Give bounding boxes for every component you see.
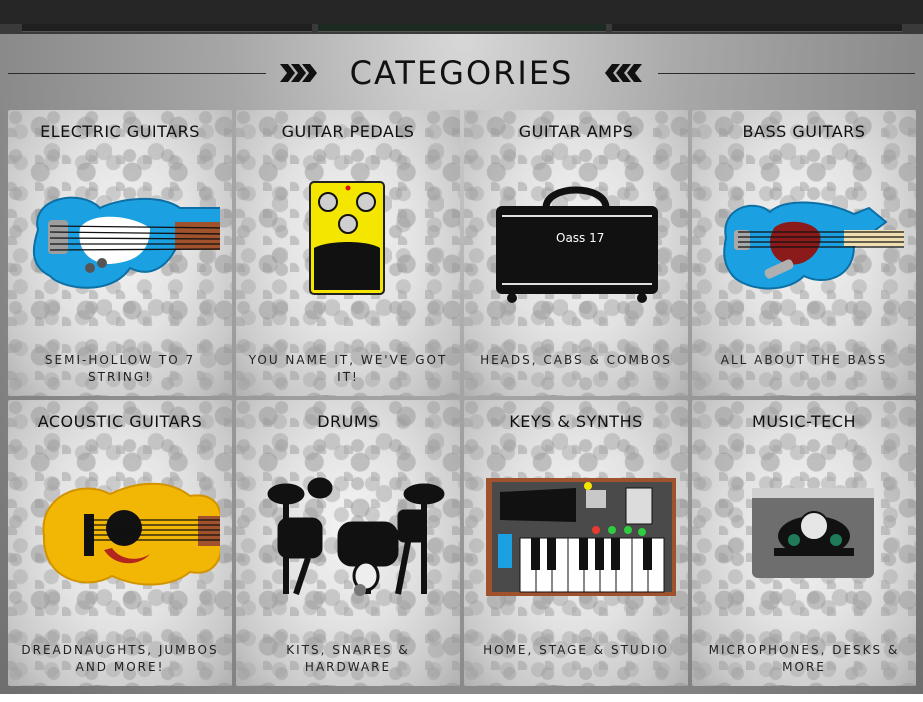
category-grid: ELECTRIC GUITARS SEMI-HOLLOW TO 7 STRING… xyxy=(8,110,916,694)
category-subtitle: ALL ABOUT THE BASS xyxy=(720,353,888,367)
category-title: KEYS & SYNTHS xyxy=(509,412,643,431)
category-subtitle: HOME, STAGE & STUDIO xyxy=(483,643,669,657)
triple-chevron-right-icon xyxy=(280,64,317,82)
torn-edge xyxy=(236,386,460,396)
triple-chevron-left-icon xyxy=(605,64,642,82)
category-subtitle: SEMI-HOLLOW TO 7 STRING! xyxy=(44,353,196,384)
synth-keyboard-icon xyxy=(486,478,676,596)
torn-edge xyxy=(236,676,460,686)
category-card-guitar-pedals[interactable]: GUITAR PEDALS YOU NAME IT, WE'VE GOT IT! xyxy=(236,110,460,396)
thumbnail[interactable] xyxy=(318,24,606,32)
category-card-music-tech[interactable]: MUSIC-TECH MICROPHONES, DESKS & MORE xyxy=(692,400,916,686)
category-title: GUITAR AMPS xyxy=(518,122,634,141)
section-title: CATEGORIES xyxy=(349,54,574,92)
category-subtitle: HEADS, CABS & COMBOS xyxy=(480,353,672,367)
category-subtitle: MICROPHONES, DESKS & MORE xyxy=(708,643,900,674)
page-bottom-band xyxy=(0,694,923,702)
electric-guitar-icon xyxy=(32,196,220,289)
category-card-acoustic-guitars[interactable]: ACOUSTIC GUITARS DREADNAUGHTS, JUMBOS AN… xyxy=(8,400,232,686)
category-subtitle: YOU NAME IT, WE'VE GOT IT! xyxy=(248,353,448,384)
category-title: BASS GUITARS xyxy=(742,122,866,141)
category-card-electric-guitars[interactable]: ELECTRIC GUITARS SEMI-HOLLOW TO 7 STRING… xyxy=(8,110,232,396)
thumbnail[interactable] xyxy=(22,24,312,32)
category-subtitle: KITS, SNARES & HARDWARE xyxy=(286,643,410,674)
categories-section: CATEGORIES ELECTRIC GUITARS SEMI-HOLLOW … xyxy=(0,34,923,694)
category-title: ACOUSTIC GUITARS xyxy=(37,412,203,431)
torn-edge xyxy=(464,676,688,686)
acoustic-guitar-icon xyxy=(42,482,220,586)
category-title: GUITAR PEDALS xyxy=(281,122,415,141)
thumbnail[interactable] xyxy=(612,24,902,32)
torn-edge xyxy=(464,386,688,396)
torn-edge xyxy=(692,676,916,686)
category-subtitle: DREADNAUGHTS, JUMBOS AND MORE! xyxy=(21,643,219,674)
product-thumbnail-strip xyxy=(0,24,923,34)
category-title: DRUMS xyxy=(317,412,379,431)
torn-edge xyxy=(692,386,916,396)
amp-badge: Oass 17 xyxy=(556,231,604,245)
audio-interface-icon xyxy=(752,488,874,578)
category-title: ELECTRIC GUITARS xyxy=(40,122,200,141)
divider-line xyxy=(8,73,266,74)
category-card-keys-synths[interactable]: KEYS & SYNTHS HOME, STAGE & STUDIO xyxy=(464,400,688,686)
category-title: MUSIC-TECH xyxy=(752,412,856,431)
top-bar xyxy=(0,0,923,24)
category-card-drums[interactable]: DRUMS KITS, SNARES & HARDWARE xyxy=(236,400,460,686)
category-card-bass-guitars[interactable]: BASS GUITARS ALL ABOUT THE BASS xyxy=(692,110,916,396)
torn-edge xyxy=(8,386,232,396)
category-card-guitar-amps[interactable]: GUITAR AMPS Oass 17 HEADS, CABS & COMBOS xyxy=(464,110,688,396)
divider-line xyxy=(658,73,915,74)
guitar-pedal-icon xyxy=(309,181,385,295)
drum-kit-icon xyxy=(267,477,445,596)
section-heading: CATEGORIES xyxy=(0,52,923,96)
bass-guitar-icon xyxy=(723,201,904,290)
torn-edge xyxy=(8,676,232,686)
guitar-amp-icon: Oass 17 xyxy=(496,186,658,303)
